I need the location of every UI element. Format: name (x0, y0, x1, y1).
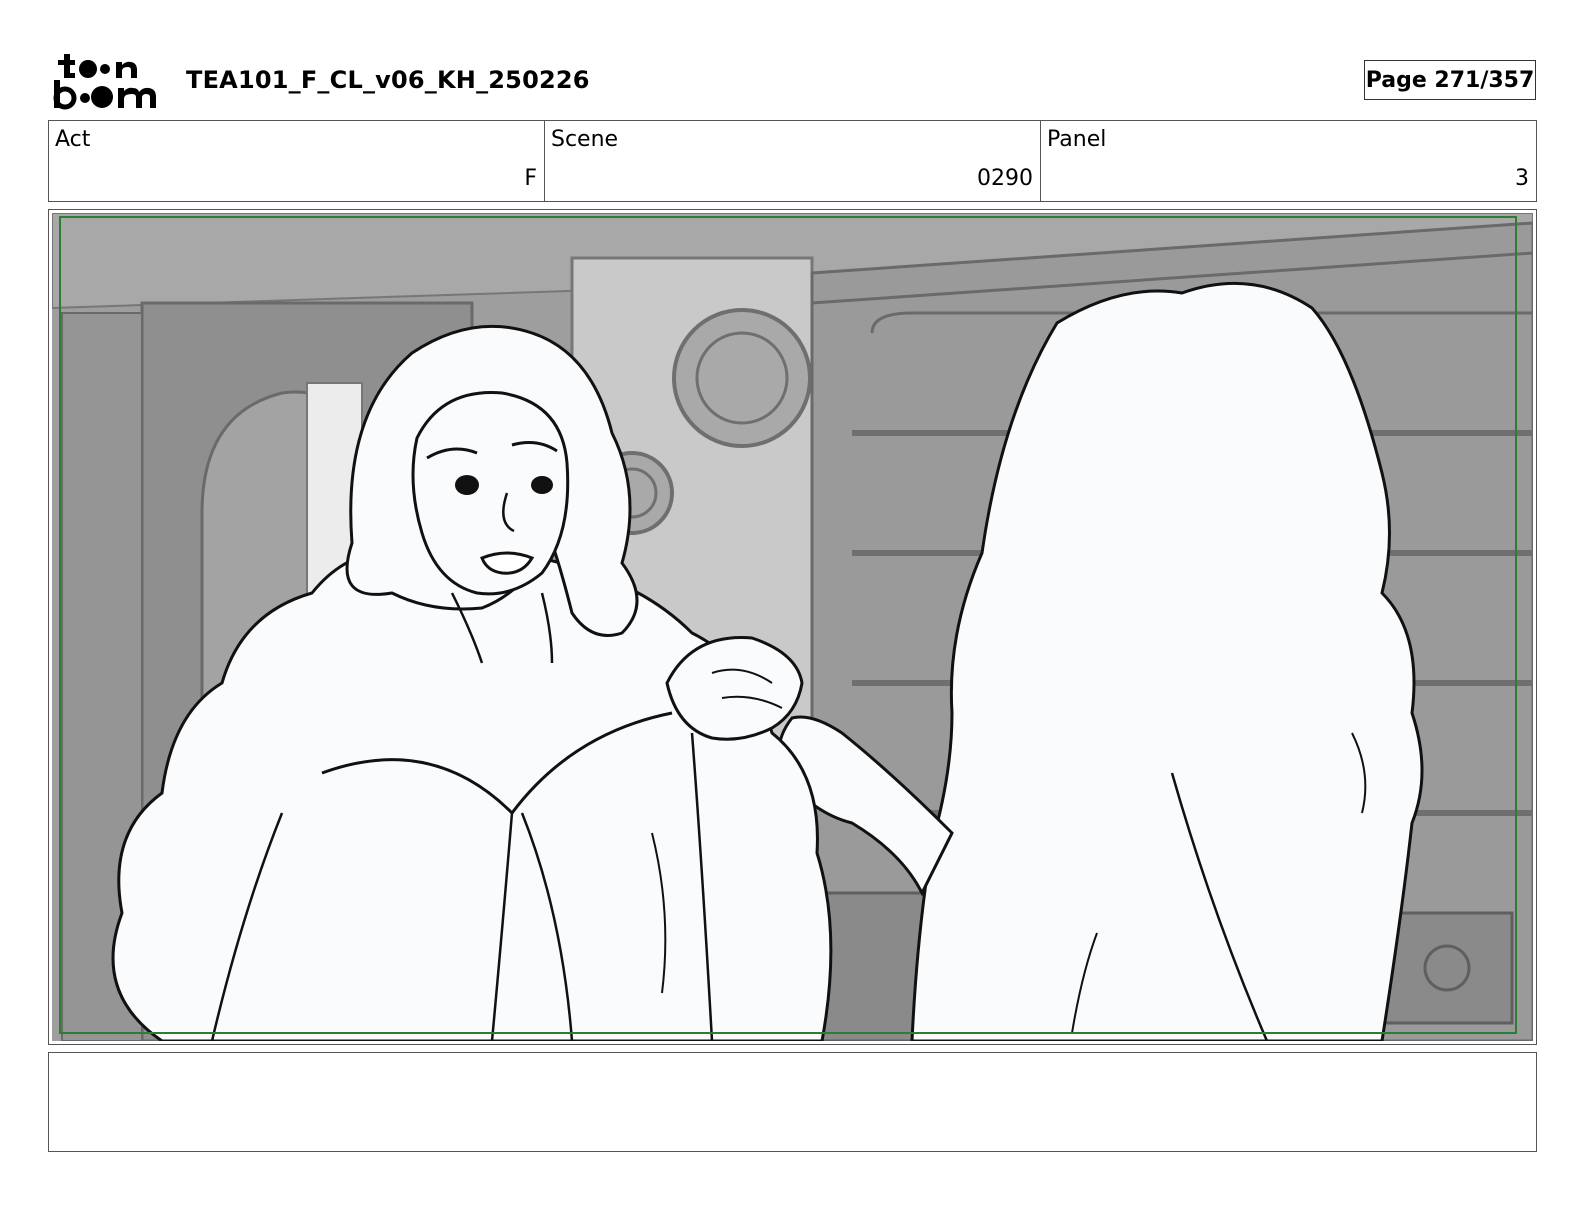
scene-label: Scene (551, 127, 619, 152)
act-cell: Act F (49, 121, 545, 201)
act-value: F (524, 166, 537, 191)
wall-plate-large (672, 308, 812, 448)
panel-cell: Panel 3 (1041, 121, 1536, 201)
scene-cell: Scene 0290 (545, 121, 1041, 201)
page-indicator: Page 271/357 (1364, 60, 1536, 100)
document-title: TEA101_F_CL_v06_KH_250226 (186, 66, 590, 94)
panel-notes-box[interactable] (48, 1052, 1537, 1152)
panel-value: 3 (1515, 166, 1529, 191)
storyboard-panel (48, 209, 1537, 1045)
toon-boom-logo (53, 54, 156, 110)
panel-label: Panel (1047, 127, 1107, 152)
panel-drawing (52, 213, 1533, 1041)
left-eye (455, 475, 479, 495)
panel-info-row: Act F Scene 0290 Panel 3 (48, 120, 1537, 202)
right-eye (531, 476, 553, 494)
scene-value: 0290 (977, 166, 1033, 191)
act-label: Act (55, 127, 91, 152)
